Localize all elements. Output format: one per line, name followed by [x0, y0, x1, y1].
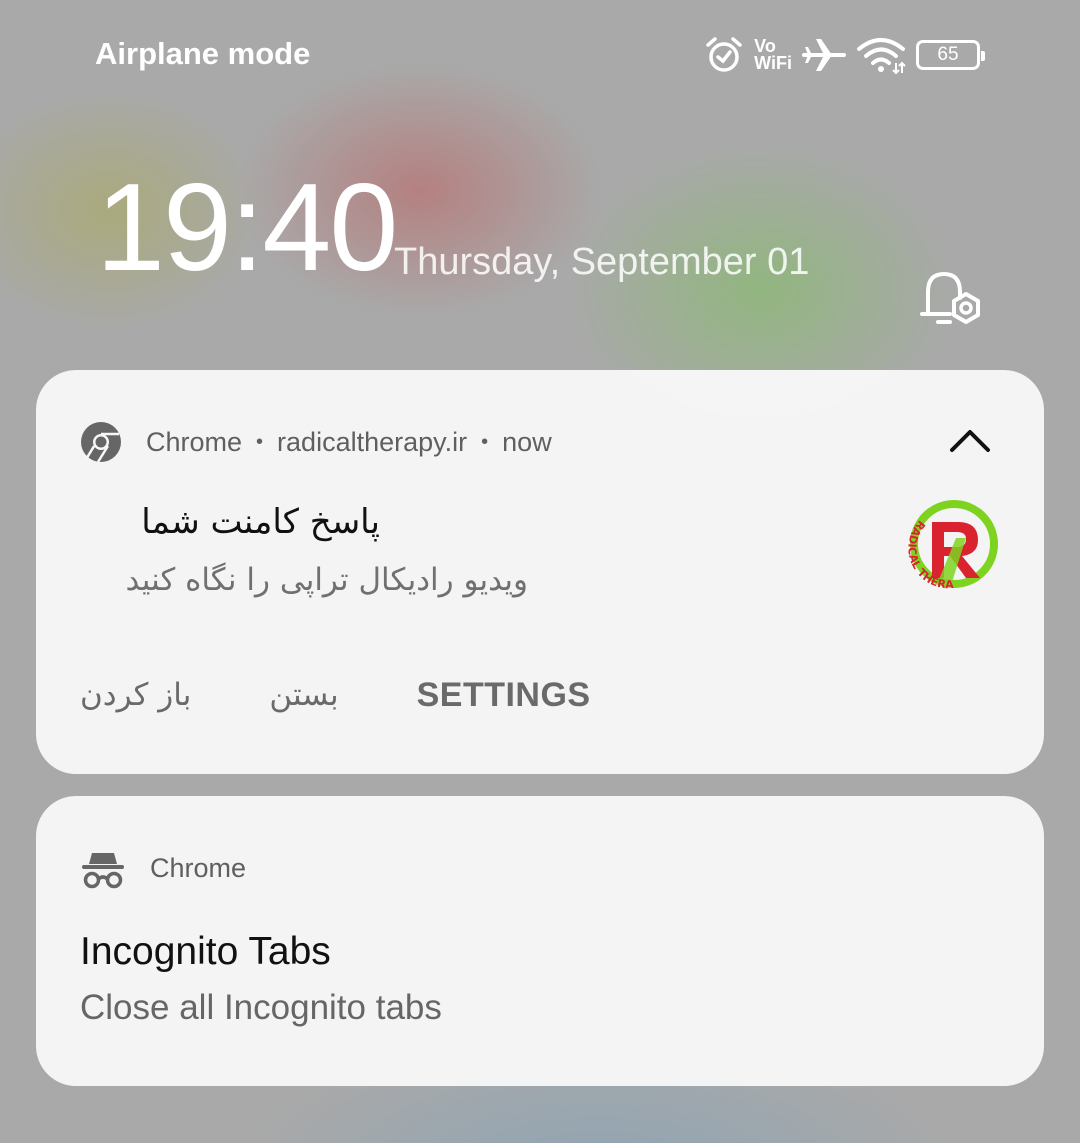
wifi-icon — [856, 35, 906, 75]
carrier-label: Airplane mode — [95, 36, 311, 71]
vowifi-bottom: WiFi — [754, 53, 792, 73]
app-name: Chrome — [146, 426, 243, 457]
vowifi-icon: Vo WiFi — [754, 37, 792, 73]
status-icons: Vo WiFi 65 — [704, 30, 985, 80]
radicaltherapy-logo: RADICAL THERAPY — [889, 482, 1004, 602]
notification-header: Chrome — [80, 847, 247, 889]
bell-gear-icon[interactable] — [918, 268, 988, 332]
settings-action-button[interactable]: SETTINGS — [417, 676, 591, 715]
notification-title: پاسخ کامنت شما — [141, 502, 380, 542]
alarm-icon — [704, 35, 744, 75]
notification-time: now — [502, 426, 552, 457]
close-action-button[interactable]: بستن — [269, 677, 338, 713]
lockscreen-date: Thursday, September 01 — [394, 241, 810, 283]
notification-header: Chrome • radicaltherapy.ir • now — [80, 421, 552, 463]
collapse-chevron-up-icon[interactable] — [948, 422, 992, 458]
notification-card-incognito[interactable]: Chrome Incognito Tabs Close all Incognit… — [36, 796, 1044, 1086]
chrome-icon — [80, 421, 146, 463]
status-bar: Airplane mode Vo WiFi 65 — [0, 0, 1080, 110]
notification-card-radicaltherapy[interactable]: Chrome • radicaltherapy.ir • now پاسخ کا… — [36, 370, 1044, 774]
notification-body: ویدیو رادیکال تراپی را نگاه کنید — [125, 562, 528, 598]
open-action-button[interactable]: باز کردن — [80, 677, 191, 713]
notification-actions: باز کردن بستن SETTINGS — [80, 670, 669, 720]
notification-title: Incognito Tabs — [80, 930, 331, 973]
lockscreen-time: 19:40 — [96, 159, 398, 297]
battery-icon: 65 — [916, 40, 985, 70]
app-name: Chrome — [150, 852, 247, 883]
notification-source: radicaltherapy.ir — [277, 426, 468, 457]
incognito-icon — [80, 847, 150, 889]
notification-body: Close all Incognito tabs — [80, 988, 442, 1027]
airplane-icon — [802, 35, 846, 75]
